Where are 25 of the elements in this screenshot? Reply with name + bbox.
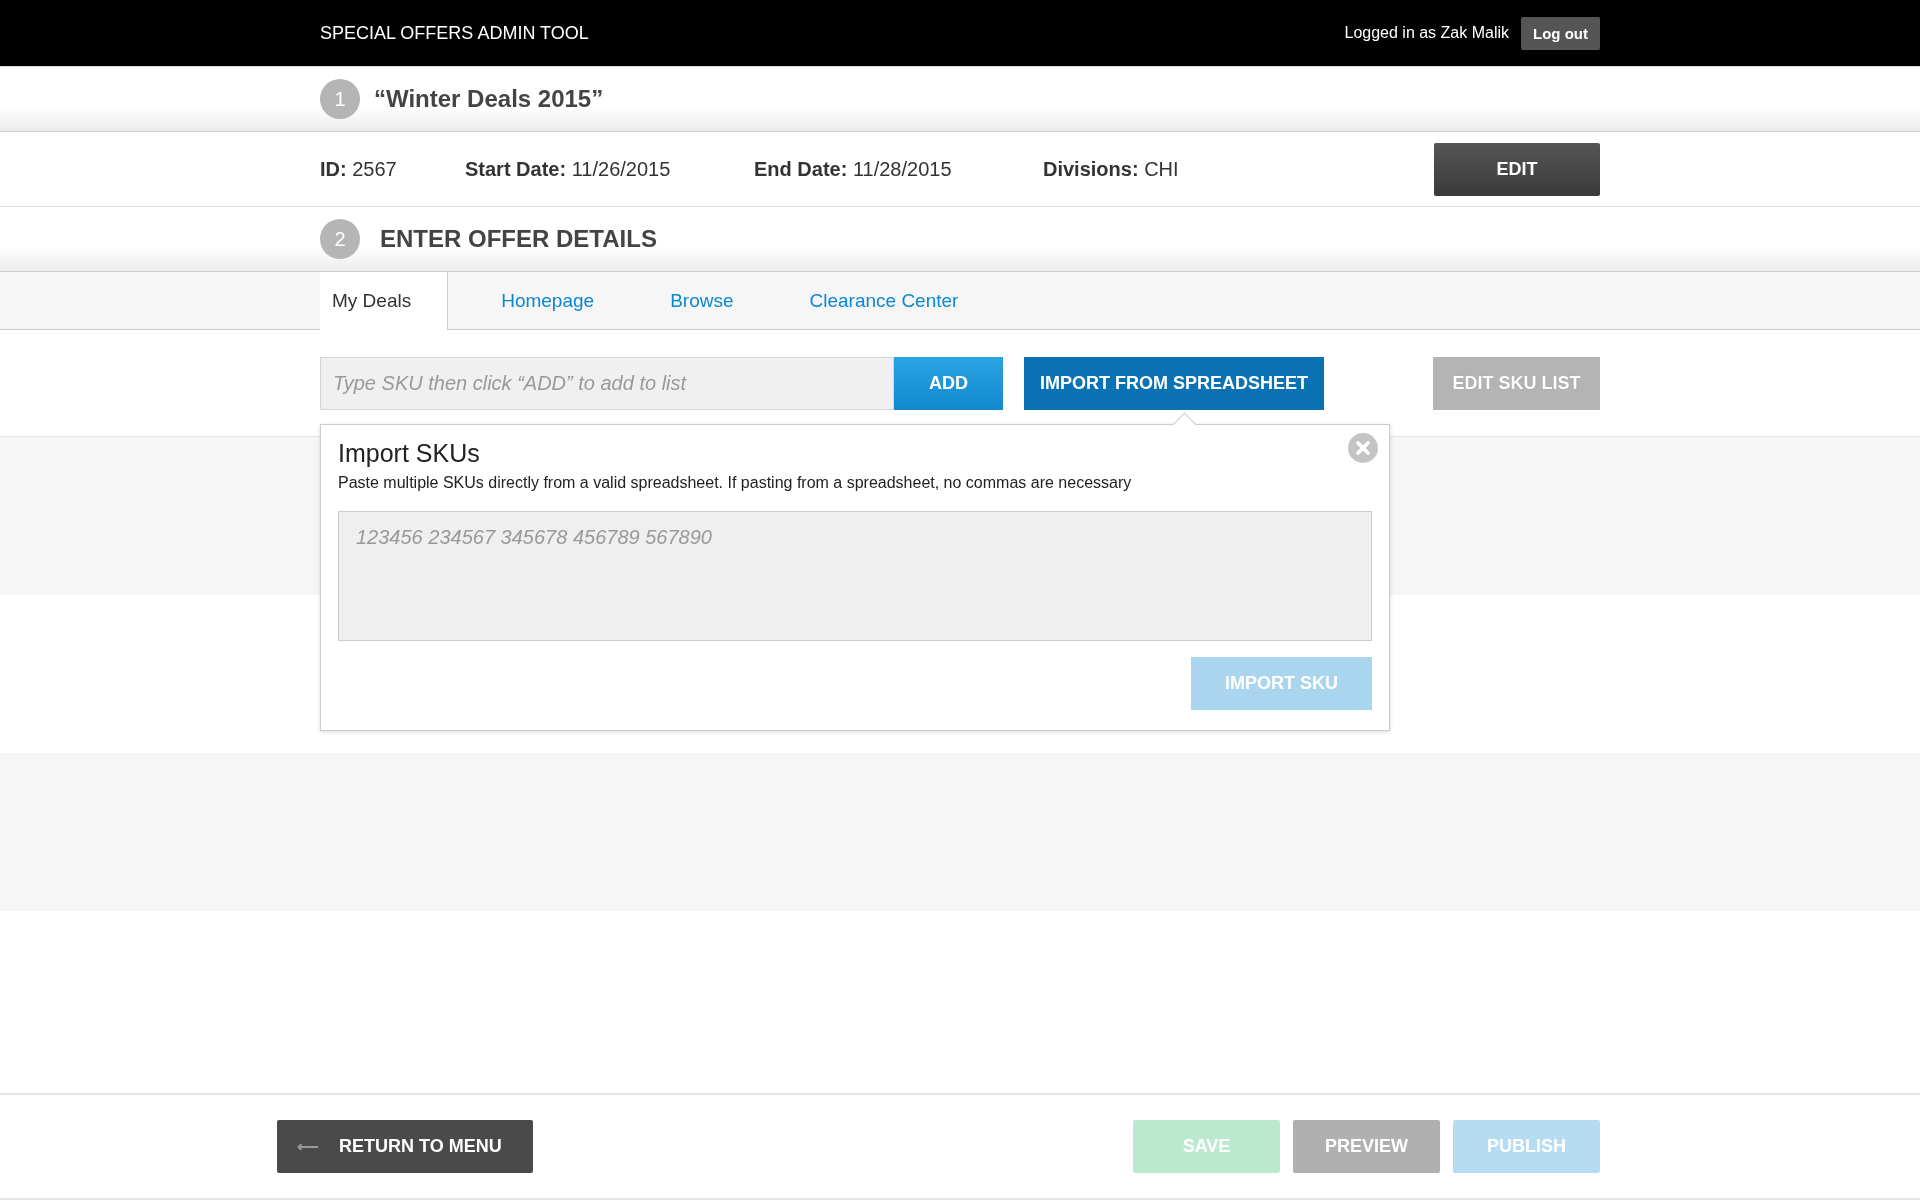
popup-description: Paste multiple SKUs directly from a valid spreadsheet. If pasting from a spreadsheet, no commas are necessary: [338, 474, 1133, 492]
sku-input-field[interactable]: Type SKU then click “ADD” to add to list: [320, 356, 894, 410]
app-title: SPECIAL OFFERS ADMIN TOOL: [320, 22, 589, 44]
add-button[interactable]: ADD: [894, 356, 1003, 410]
offer-info-field: End Date: 11/28/2015: [754, 157, 1043, 181]
offer-info-field: Divisions: CHI: [1043, 157, 1293, 181]
tab[interactable]: Browse: [647, 272, 757, 329]
sku-textarea[interactable]: 123456 234567 345678 456789 567890: [338, 511, 1372, 641]
logged-in-user: Logged in as Zak Malik: [1344, 24, 1509, 42]
tab[interactable]: My Deals: [320, 272, 449, 330]
step-number-badge: 2: [320, 219, 360, 259]
tab[interactable]: Clearance Center: [786, 272, 982, 329]
import-from-spreadsheet-button[interactable]: IMPORT FROM SPREADSHEET: [1024, 356, 1324, 410]
offer-info-field: Start Date: 11/26/2015: [465, 157, 754, 181]
left-arrow-icon: [297, 1141, 319, 1152]
return-to-menu-button[interactable]: RETURN TO MENU: [277, 1120, 533, 1173]
offer-info-field: ID: 2567: [320, 157, 465, 181]
popup-title: Import SKUs: [338, 439, 480, 468]
close-icon[interactable]: [1348, 433, 1378, 463]
step-title: ENTER OFFER DETAILS: [380, 225, 657, 253]
step-number-badge: 1: [320, 79, 360, 119]
offer-title: “Winter Deals 2015”: [374, 85, 604, 113]
edit-button[interactable]: EDIT: [1434, 142, 1600, 196]
logout-button[interactable]: Log out: [1521, 16, 1600, 50]
tab[interactable]: Homepage: [478, 272, 618, 329]
